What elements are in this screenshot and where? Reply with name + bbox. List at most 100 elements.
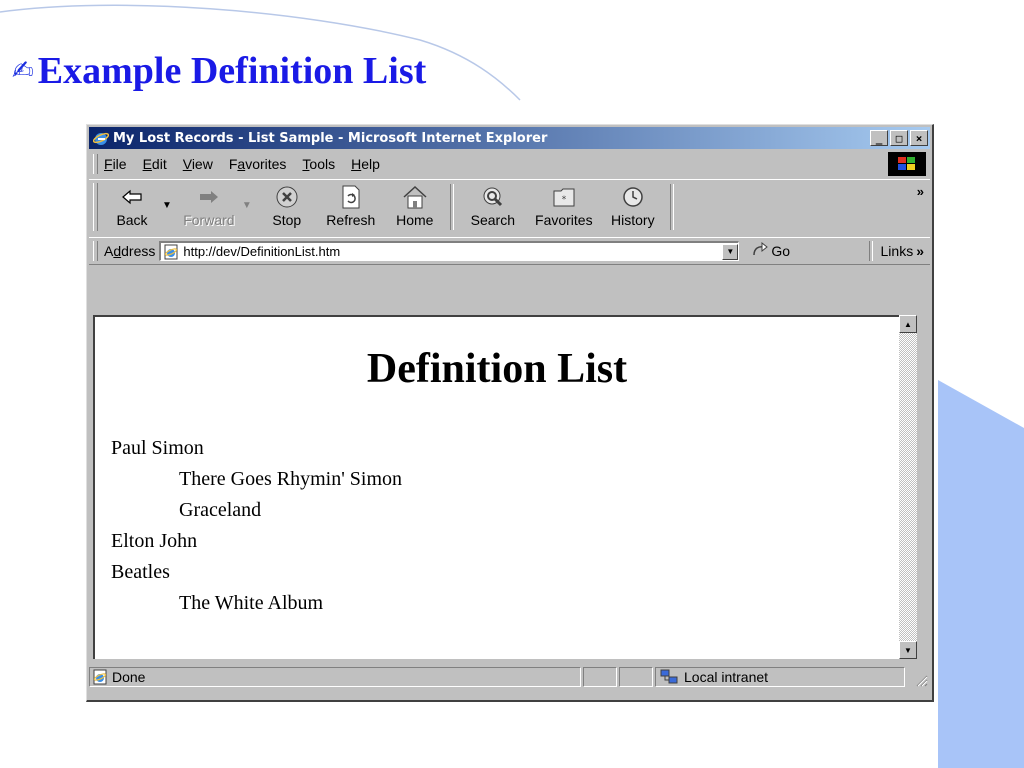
menu-help[interactable]: Help (351, 156, 380, 172)
menu-tools-rest: ools (309, 156, 336, 172)
stop-icon (274, 184, 300, 210)
page-heading: Definition List (366, 346, 628, 392)
menu-tools[interactable]: Tools (302, 156, 335, 172)
status-zone-text: Local intranet (684, 669, 769, 685)
search-button[interactable]: Search (460, 180, 526, 234)
history-icon (620, 184, 646, 210)
definition-description: Graceland (179, 499, 262, 521)
definition-list: Paul Simon There Goes Rhymin' Simon Grac… (111, 433, 402, 619)
search-label: Search (470, 212, 515, 228)
definition-term: Paul Simon (111, 437, 204, 459)
scroll-up-button[interactable]: ▲ (899, 315, 917, 333)
window-controls: _ □ × (870, 130, 928, 146)
refresh-label: Refresh (326, 212, 376, 228)
back-button[interactable]: Back (104, 180, 160, 234)
menu-help-key: H (351, 156, 362, 172)
title-bar[interactable]: My Lost Records - List Sample - Microsof… (89, 127, 930, 149)
address-label-pre: A (104, 243, 114, 259)
menu-edit[interactable]: Edit (143, 156, 167, 172)
slide-title-text: Example Definition List (37, 50, 427, 92)
standard-toolbar: Back ▼ Forward ▼ Stop Refresh Home Searc… (89, 179, 930, 236)
favorites-folder-icon: * (551, 184, 577, 210)
vertical-scrollbar[interactable]: ▲ ▼ (899, 315, 917, 659)
links-separator (868, 241, 873, 261)
menu-file-rest: ile (112, 156, 127, 172)
refresh-button[interactable]: Refresh (316, 180, 386, 234)
status-bar: Done Local intranet (89, 665, 930, 689)
home-button[interactable]: Home (386, 180, 444, 234)
links-label: Links (880, 243, 914, 259)
refresh-icon (338, 184, 364, 210)
menu-file-key: F (104, 156, 113, 172)
home-icon (402, 184, 428, 210)
menu-edit-rest: dit (151, 156, 167, 172)
page-viewport[interactable]: Definition List Paul Simon There Goes Rh… (93, 315, 899, 659)
pen-icon: ✍ (12, 56, 34, 86)
page-icon (164, 244, 178, 259)
toolbar-grip[interactable] (93, 183, 98, 231)
definition-term: Elton John (111, 530, 198, 552)
status-pane-progress (583, 667, 617, 687)
stop-button[interactable]: Stop (258, 180, 316, 234)
menu-view-key: V (182, 156, 192, 172)
forward-button[interactable]: Forward (178, 180, 240, 234)
search-icon (480, 184, 506, 210)
close-button[interactable]: × (910, 130, 928, 146)
definition-term: Beatles (111, 561, 170, 583)
menu-view-rest: iew (191, 156, 213, 172)
address-bar: Address http://dev/DefinitionList.htm ▼ … (89, 237, 930, 265)
home-label: Home (396, 212, 434, 228)
links-button[interactable]: Links » (868, 241, 924, 261)
menu-bar: File Edit View Favorites Tools Help (89, 152, 930, 176)
menu-help-rest: elp (361, 156, 380, 172)
back-arrow-icon (119, 184, 145, 210)
address-label-key: d (113, 243, 122, 259)
slide-title: ✍ Example Definition List (12, 46, 426, 96)
ie-logo-icon (93, 132, 109, 145)
window-title: My Lost Records - List Sample - Microsof… (113, 130, 548, 146)
scroll-down-button[interactable]: ▼ (899, 641, 917, 659)
maximize-button[interactable]: □ (890, 130, 908, 146)
intranet-icon (660, 669, 678, 684)
toolbar-separator (449, 184, 454, 230)
address-input[interactable]: http://dev/DefinitionList.htm ▼ (159, 241, 740, 261)
address-label-rest: dress (121, 243, 156, 259)
browser-window: My Lost Records - List Sample - Microsof… (86, 124, 934, 702)
address-grip[interactable] (93, 241, 98, 261)
windows-logo-icon (888, 152, 926, 176)
menu-favorites[interactable]: Favorites (229, 156, 287, 172)
back-label: Back (116, 212, 148, 228)
definition-description: There Goes Rhymin' Simon (179, 468, 403, 490)
address-url: http://dev/DefinitionList.htm (183, 244, 341, 259)
go-label: Go (771, 243, 791, 259)
address-dropdown[interactable]: ▼ (722, 243, 739, 260)
links-more-chevron: » (916, 243, 924, 259)
favorites-label: Favorites (535, 212, 593, 228)
minimize-button[interactable]: _ (870, 130, 888, 146)
toolbar-more-chevron[interactable]: » (917, 184, 924, 199)
history-button[interactable]: History (602, 180, 664, 234)
status-text: Done (112, 669, 146, 685)
toolbar-separator-end (669, 184, 674, 230)
menu-file[interactable]: File (104, 156, 127, 172)
status-zone: Local intranet (655, 667, 905, 687)
go-button[interactable]: Go (751, 241, 791, 261)
stop-label: Stop (272, 212, 302, 228)
status-pane-security (619, 667, 653, 687)
menu-grip[interactable] (93, 154, 98, 174)
definition-description: The White Album (179, 592, 324, 614)
svg-text:*: * (562, 195, 567, 205)
page-done-icon (93, 669, 107, 685)
address-label: Address (104, 243, 155, 259)
forward-label: Forward (183, 212, 235, 228)
forward-dropdown[interactable]: ▼ (242, 200, 252, 211)
forward-arrow-icon (196, 184, 222, 210)
history-label: History (611, 212, 655, 228)
resize-grip-icon[interactable] (914, 673, 928, 687)
menu-view[interactable]: View (183, 156, 213, 172)
menu-edit-key: E (142, 156, 152, 172)
back-dropdown[interactable]: ▼ (162, 200, 172, 211)
go-arrow-icon (751, 241, 769, 261)
status-main: Done (89, 667, 581, 687)
favorites-button[interactable]: * Favorites (526, 180, 602, 234)
